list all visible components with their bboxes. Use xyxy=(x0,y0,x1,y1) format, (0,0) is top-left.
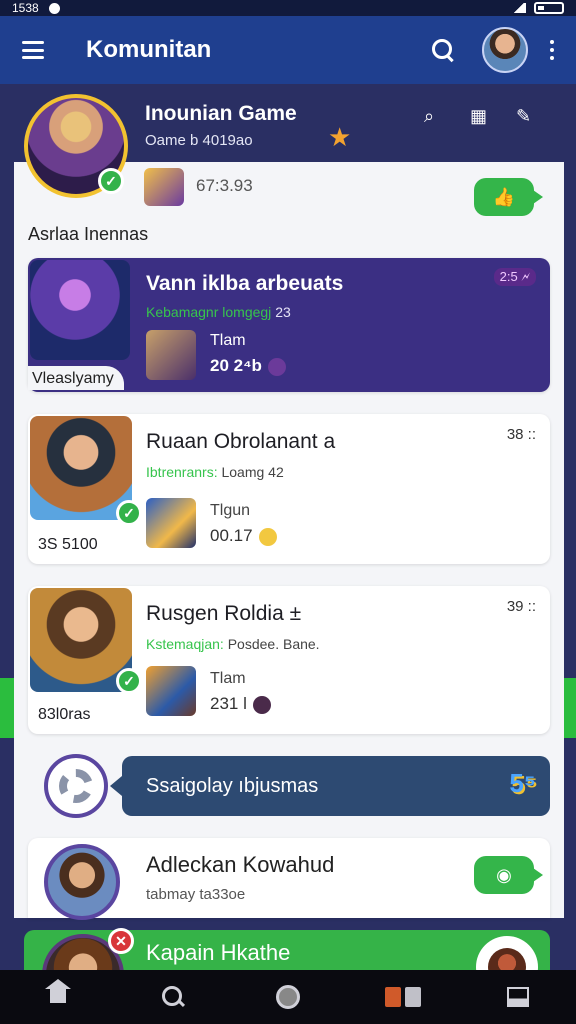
section-title: Asrlaa Inennas xyxy=(28,224,149,244)
group-label-text: Ssaigolay ıbjusmas xyxy=(146,774,319,797)
card-title: Vann iklba arbeuats xyxy=(146,272,344,295)
group-badge: 5⁵ xyxy=(509,768,536,798)
card-artwork xyxy=(30,416,132,520)
bottom-card-title: Kapain Hkathe xyxy=(146,940,291,965)
community-card[interactable]: ✓ 83l0ras Rusgen Roldia ± 39 :: Kstemaqj… xyxy=(28,586,550,734)
card-meta: 2:5 🗲 xyxy=(493,268,536,286)
card-sub-value: 00.17 xyxy=(210,526,277,546)
like-button[interactable]: 👍 xyxy=(474,178,543,216)
card-sub-label: Tlgun xyxy=(210,502,251,519)
user-avatar[interactable] xyxy=(44,844,120,920)
nav-home[interactable] xyxy=(38,977,78,1017)
home-icon xyxy=(44,979,71,1007)
card-sub-thumbnail xyxy=(146,666,196,716)
pinned-value: 67:3.93 xyxy=(196,176,253,195)
card-kicker-label: Ibtrenranrs: xyxy=(146,464,218,480)
pinned-thumbnail xyxy=(144,168,184,206)
verified-icon: ✓ xyxy=(116,668,142,694)
community-subtitle: Oame b 4019ao xyxy=(145,132,253,149)
qr-icon[interactable]: ▦ xyxy=(470,106,487,127)
star-icon: ★ xyxy=(328,122,352,152)
compose-icon[interactable]: ✎ xyxy=(516,106,531,127)
card-kicker: Kstemaqjan: Posdee. Bane. xyxy=(146,636,320,652)
card-sub-value-text: 00.17 xyxy=(210,526,253,545)
verified-icon: ✓ xyxy=(116,500,142,526)
group-label[interactable]: Ssaigolay ıbjusmas 5⁵ xyxy=(110,756,550,816)
user-subtitle: tabmay ta33oe xyxy=(146,886,246,903)
nav-games[interactable] xyxy=(383,977,423,1017)
card-sub-value: 231 l xyxy=(210,694,271,714)
battery-icon xyxy=(534,2,564,14)
community-panel: 67:3.93 👍 Asrlaa Inennas Vleaslyamy Vann… xyxy=(14,162,564,920)
community-name: Inounian Game xyxy=(145,102,297,125)
coin-icon xyxy=(252,695,271,714)
card-sub-thumbnail xyxy=(146,498,196,548)
card-sub-value-text: 20 2⁴b xyxy=(210,356,262,375)
close-icon[interactable]: ✕ xyxy=(108,928,134,954)
card-artwork xyxy=(30,260,130,360)
card-meta: 38 :: xyxy=(506,426,536,443)
circle-icon xyxy=(275,985,300,1009)
user-name: Adleckan Kowahud xyxy=(146,852,335,877)
community-card[interactable]: ✓ 3S 5100 Ruaan Obrolanant a 38 :: Ibtre… xyxy=(28,414,550,564)
nav-search[interactable] xyxy=(153,977,193,1017)
card-label: 83l0ras xyxy=(38,706,91,723)
more-options-icon[interactable] xyxy=(550,40,554,60)
community-card[interactable]: Vleaslyamy Vann iklba arbeuats 2:5 🗲 Keb… xyxy=(28,258,550,392)
card-title: Rusgen Roldia ± xyxy=(146,602,302,625)
community-header: ✓ Inounian Game Oame b 4019ao ★ ⌕ ▦ ✎ xyxy=(0,84,576,198)
card-kicker-label: Kebamagnr lomgegj xyxy=(146,304,272,320)
camera-button[interactable]: ◉ xyxy=(474,856,543,894)
search-icon xyxy=(161,986,184,1008)
card-kicker: Kebamagnr lomgegj 23 xyxy=(146,304,291,320)
chart-icon xyxy=(507,987,530,1007)
card-sub-value: 20 2⁴b xyxy=(210,356,286,376)
card-kicker-value: Loamg 42 xyxy=(221,464,284,480)
nav-stats[interactable] xyxy=(498,977,538,1017)
card-sub-value-text: 231 l xyxy=(210,694,247,713)
games-icon xyxy=(385,987,422,1007)
profile-avatar[interactable] xyxy=(482,27,528,73)
card-label: Vleaslyamy xyxy=(28,366,124,390)
card-kicker-label: Kstemaqjan: xyxy=(146,636,224,652)
coin-icon xyxy=(267,357,286,376)
signal-icon xyxy=(512,3,526,13)
status-bar: 1538 xyxy=(0,0,576,16)
coin-icon xyxy=(258,527,277,546)
card-kicker-value: Posdee. Bane. xyxy=(227,636,320,652)
verified-icon: ✓ xyxy=(98,168,124,194)
bottom-card[interactable]: Kapain Hkathe xyxy=(24,930,550,970)
card-label: 3S 5100 xyxy=(38,536,98,553)
card-sub-label: Tlam xyxy=(210,332,246,349)
card-kicker-value: 23 xyxy=(275,304,291,320)
search-icon[interactable]: ⌕ xyxy=(424,106,434,127)
card-kicker: Ibtrenranrs: Loamg 42 xyxy=(146,464,284,480)
menu-icon[interactable] xyxy=(22,41,44,59)
group-row[interactable]: Ssaigolay ıbjusmas 5⁵ xyxy=(44,754,550,818)
notification-icon xyxy=(48,2,60,14)
app-title: Komunitan xyxy=(86,36,212,63)
bottom-navigation xyxy=(0,970,576,1024)
card-meta: 39 :: xyxy=(506,598,536,615)
bottom-card-right-avatar xyxy=(476,936,538,970)
app-bar: Komunitan xyxy=(0,16,576,84)
card-sub-label: Tlam xyxy=(210,670,246,687)
nav-center[interactable] xyxy=(268,977,308,1017)
card-title: Ruaan Obrolanant a xyxy=(146,430,336,453)
group-icon xyxy=(44,754,108,818)
user-card[interactable]: Adleckan Kowahud tabmay ta33oe ◉ xyxy=(28,838,550,920)
card-sub-thumbnail xyxy=(146,330,196,380)
search-icon[interactable] xyxy=(432,39,454,61)
status-time: 1538 xyxy=(12,1,39,15)
